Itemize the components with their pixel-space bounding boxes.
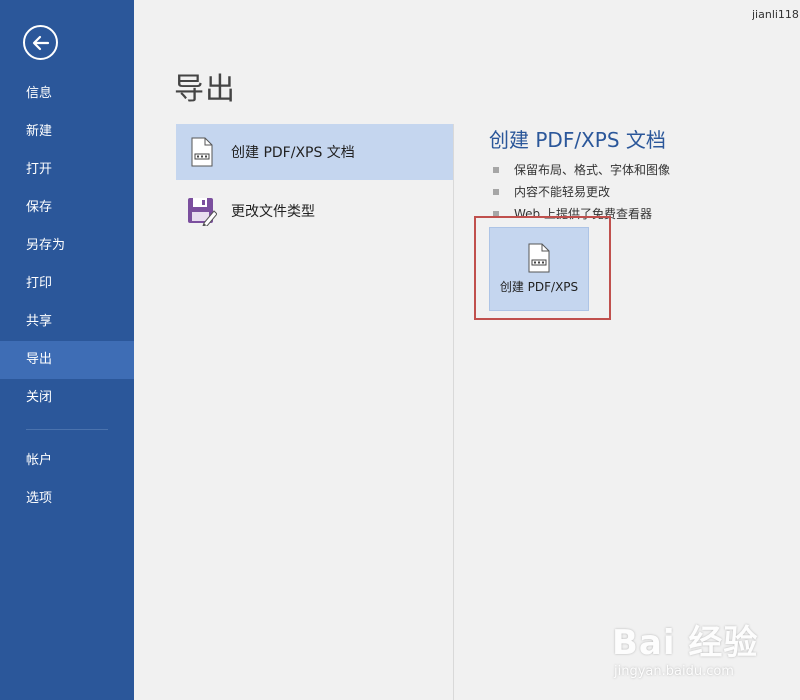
baidu-jingyan-watermark: Bai 经验 jingyan.baidu.com (612, 615, 758, 679)
export-detail-panel: 创建 PDF/XPS 文档 保留布局、格式、字体和图像 内容不能轻易更改 Web… (489, 124, 789, 225)
back-arrow-icon (32, 35, 49, 50)
create-button-label: 创建 PDF/XPS (499, 280, 579, 294)
sidebar-item-share[interactable]: 共享 (0, 303, 134, 341)
export-options-list: 创建 PDF/XPS 文档 更改文件类型 (176, 124, 453, 239)
back-button[interactable] (23, 25, 58, 60)
export-option-label: 更改文件类型 (231, 204, 315, 220)
detail-title: 创建 PDF/XPS 文档 (489, 128, 666, 152)
pdf-document-icon (186, 136, 218, 168)
page-title: 导出 (174, 72, 236, 107)
detail-bullet: 内容不能轻易更改 (489, 181, 789, 203)
export-option-label: 创建 PDF/XPS 文档 (231, 145, 355, 161)
sidebar-item-print[interactable]: 打印 (0, 265, 134, 303)
backstage-sidebar: 信息 新建 打开 保存 另存为 打印 共享 导出 关闭 帐户 选项 (0, 0, 134, 700)
sidebar-item-save[interactable]: 保存 (0, 189, 134, 227)
sidebar-item-export[interactable]: 导出 (0, 341, 134, 379)
export-option-change-file-type[interactable]: 更改文件类型 (176, 183, 453, 239)
sidebar-item-save-as[interactable]: 另存为 (0, 227, 134, 265)
sidebar-item-info[interactable]: 信息 (0, 75, 134, 113)
column-divider (453, 124, 454, 700)
sidebar-item-new[interactable]: 新建 (0, 113, 134, 151)
pdf-document-icon (528, 243, 550, 273)
user-name[interactable]: jianli118 (752, 8, 800, 21)
sidebar-item-options[interactable]: 选项 (0, 480, 134, 518)
create-pdf-xps-button[interactable]: 创建 PDF/XPS (489, 227, 589, 311)
sidebar-nav: 信息 新建 打开 保存 另存为 打印 共享 导出 关闭 帐户 选项 (0, 75, 134, 518)
export-option-create-pdf[interactable]: 创建 PDF/XPS 文档 (176, 124, 453, 180)
watermark-url: jingyan.baidu.com (614, 664, 734, 679)
sidebar-item-open[interactable]: 打开 (0, 151, 134, 189)
save-as-icon (186, 195, 218, 227)
sidebar-item-account[interactable]: 帐户 (0, 442, 134, 480)
sidebar-divider (26, 429, 108, 430)
detail-bullet: 保留布局、格式、字体和图像 (489, 159, 789, 181)
sidebar-item-close[interactable]: 关闭 (0, 379, 134, 417)
watermark-logo: Bai 经验 (612, 623, 759, 663)
